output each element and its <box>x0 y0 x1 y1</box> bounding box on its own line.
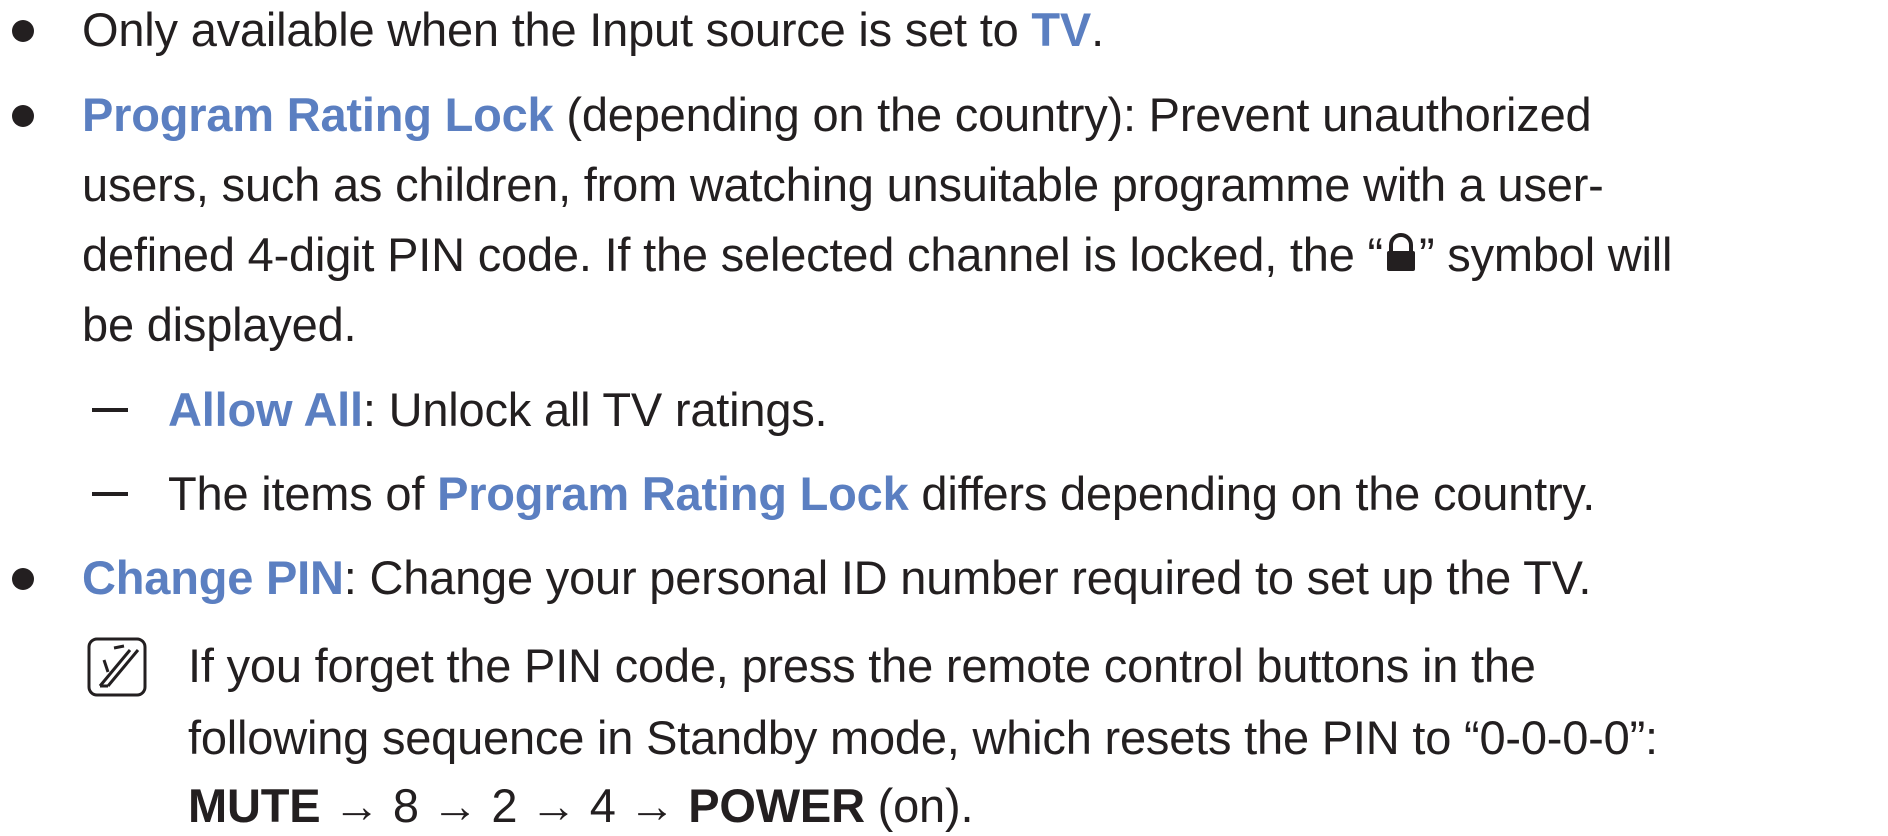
note-text: If you forget the PIN code, press the re… <box>188 639 1536 692</box>
item-tv-only: Only available when the Input source is … <box>82 0 1104 60</box>
dash-bullet <box>92 408 128 412</box>
item-text: differs depending on the country. <box>908 467 1596 520</box>
item-text: : Change your personal ID number require… <box>343 551 1592 604</box>
note-text: → 8 → 2 → 4 → <box>320 779 689 832</box>
item-text: . <box>1091 3 1104 56</box>
item-text: defined 4-digit PIN code. If the selecte… <box>82 228 1383 281</box>
item-change-pin: Change PIN: Change your personal ID numb… <box>82 548 1591 608</box>
note-line2: following sequence in Standby mode, whic… <box>188 708 1658 768</box>
lock-icon <box>1383 227 1419 271</box>
item-text: : Unlock all TV ratings. <box>362 383 828 436</box>
item-text: users, such as children, from watching u… <box>82 158 1604 211</box>
highlight-term: Program Rating Lock <box>437 467 909 520</box>
item-text: Only available when the Input source is … <box>82 3 1032 56</box>
highlight-term: Program Rating Lock <box>82 88 554 141</box>
item-program-rating-lock-line3: defined 4-digit PIN code. If the selecte… <box>82 225 1672 285</box>
manual-page: Only available when the Input source is … <box>0 0 1888 836</box>
subitem-allow-all: Allow All: Unlock all TV ratings. <box>168 380 828 440</box>
key-power: POWER <box>688 779 865 832</box>
item-text: The items of <box>168 467 438 520</box>
note-icon <box>86 636 148 698</box>
note-text: (on). <box>864 779 974 832</box>
subitem-items-differ: The items of Program Rating Lock differs… <box>168 464 1595 524</box>
note-line3: MUTE → 8 → 2 → 4 → POWER (on). <box>188 776 974 836</box>
item-program-rating-lock-line4: be displayed. <box>82 295 357 355</box>
highlight-term: Change PIN <box>82 551 344 604</box>
item-text: ” symbol will <box>1418 228 1673 281</box>
bullet <box>12 568 34 590</box>
item-program-rating-lock-line1: Program Rating Lock (depending on the co… <box>82 85 1592 145</box>
item-text: be displayed. <box>82 298 357 351</box>
key-mute: MUTE <box>188 779 321 832</box>
highlight-term: TV <box>1031 3 1092 56</box>
bullet <box>12 20 34 42</box>
note-text: following sequence in Standby mode, whic… <box>188 711 1658 764</box>
item-program-rating-lock-line2: users, such as children, from watching u… <box>82 155 1604 215</box>
item-text: (depending on the country): Prevent unau… <box>553 88 1592 141</box>
bullet <box>12 105 34 127</box>
note-line1: If you forget the PIN code, press the re… <box>188 636 1536 696</box>
highlight-term: Allow All <box>168 383 363 436</box>
dash-bullet <box>92 492 128 496</box>
